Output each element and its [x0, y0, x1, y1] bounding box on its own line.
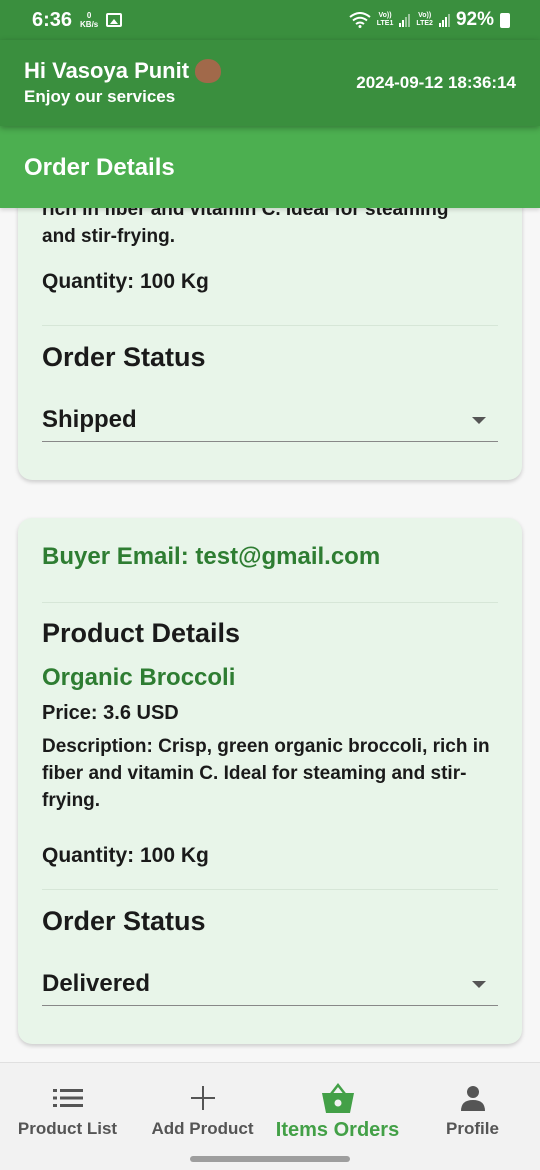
product-name: Organic Broccoli — [42, 664, 236, 691]
dropdown-arrow-icon — [472, 981, 486, 988]
order-status-label: Order Status — [42, 906, 206, 936]
description-line: rich in fiber and vitamin C. Ideal for s… — [42, 208, 449, 220]
nav-label: Items Orders — [275, 1119, 400, 1141]
net-speed-unit: KB/s — [80, 20, 99, 29]
status-bar: 6:36 0 KB/s Vo)) LTE1 Vo)) LTE2 92% — [0, 0, 540, 40]
app-header: Hi Vasoya Punit Enjoy our services 2024-… — [0, 40, 540, 126]
wifi-icon — [349, 12, 371, 28]
nav-items-orders[interactable]: Items Orders — [270, 1063, 405, 1170]
nav-add-product[interactable]: Add Product — [135, 1063, 270, 1170]
page-title: Order Details — [24, 154, 175, 181]
product-description-partial: rich in fiber and vitamin C. Ideal for s… — [42, 208, 498, 250]
order-card: Buyer Email: test@gmail.com Product Deta… — [18, 518, 522, 1044]
quantity-text: Quantity: 100 Kg — [42, 844, 209, 867]
buyer-email: Buyer Email: test@gmail.com — [42, 543, 381, 570]
status-time: 6:36 — [32, 8, 73, 31]
divider — [42, 325, 498, 326]
nav-label: Profile — [446, 1119, 499, 1138]
divider — [42, 889, 498, 890]
greeting-text: Hi Vasoya Punit — [24, 58, 190, 83]
order-status-label: Order Status — [42, 342, 206, 372]
person-icon — [460, 1081, 486, 1115]
waving-hand-icon — [195, 59, 222, 83]
sim1-text: LTE1 — [376, 20, 394, 27]
order-status-dropdown[interactable]: Delivered — [42, 962, 498, 1006]
quantity-text: Quantity: 100 Kg — [42, 270, 209, 293]
battery-icon — [500, 12, 510, 28]
product-details-label: Product Details — [42, 618, 241, 648]
order-card: rich in fiber and vitamin C. Ideal for s… — [18, 208, 522, 480]
dropdown-arrow-icon — [472, 417, 486, 424]
sim1-label: Vo)) LTE1 — [376, 12, 394, 27]
order-status-value: Delivered — [42, 969, 151, 997]
order-status-dropdown[interactable]: Shipped — [42, 398, 498, 442]
list-icon — [52, 1081, 83, 1115]
current-datetime: 2024-09-12 18:36:14 — [356, 73, 516, 92]
bottom-navigation: Product List Add Product Items Orders Pr… — [0, 1062, 540, 1170]
nav-product-list[interactable]: Product List — [0, 1063, 135, 1170]
nav-label: Product List — [17, 1119, 118, 1138]
signal-2-icon — [438, 13, 450, 27]
description-line: and stir-frying. — [42, 226, 176, 247]
home-indicator[interactable] — [190, 1156, 350, 1162]
divider — [42, 602, 498, 603]
nav-label: Add Product — [151, 1119, 254, 1138]
plus-icon — [190, 1081, 215, 1115]
product-description: Description: Crisp, green organic brocco… — [42, 736, 490, 811]
product-price: Price: 3.6 USD — [42, 702, 179, 724]
gallery-notification-icon — [106, 13, 123, 27]
sim2-text: LTE2 — [416, 20, 433, 27]
net-speed-value: 0 — [86, 11, 92, 20]
basket-icon — [321, 1081, 355, 1115]
battery-percent: 92% — [455, 9, 494, 30]
orders-list[interactable]: rich in fiber and vitamin C. Ideal for s… — [0, 208, 540, 1062]
nav-profile[interactable]: Profile — [405, 1063, 540, 1170]
page-title-bar: Order Details — [0, 126, 540, 208]
net-speed: 0 KB/s — [80, 11, 98, 29]
order-status-value: Shipped — [42, 405, 137, 433]
sim2-label: Vo)) LTE2 — [416, 12, 433, 27]
signal-1-icon — [399, 13, 411, 27]
